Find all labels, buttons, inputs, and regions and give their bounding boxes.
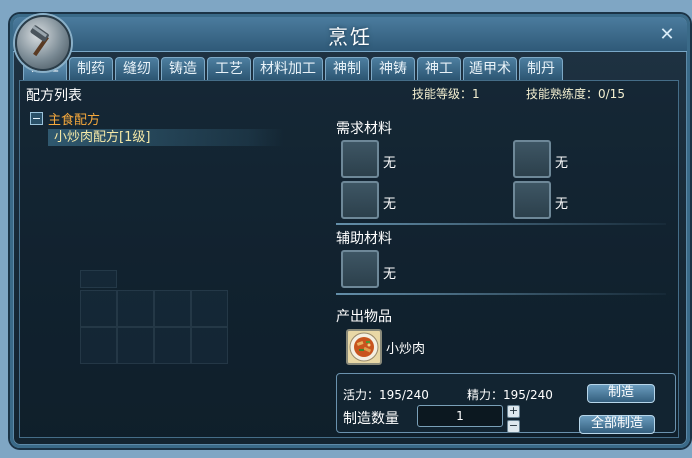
tab-craft[interactable]: 工艺 xyxy=(207,57,251,80)
tab-alchemy[interactable]: 制丹 xyxy=(519,57,563,80)
quantity-input[interactable]: 1 xyxy=(417,405,503,427)
required-slot-1[interactable] xyxy=(341,140,379,178)
quantity-label: 制造数量 xyxy=(343,411,399,427)
tab-divine-cast[interactable]: 神铸 xyxy=(371,57,415,80)
crafting-window: 烹饪 ✕ 烹饪 制药 缝纫 铸造 工艺 材料加工 神制 神铸 神工 遁甲术 制丹… xyxy=(10,14,690,448)
window-title: 烹饪 xyxy=(328,25,372,49)
auxiliary-slot-1-label: 无 xyxy=(383,267,397,282)
tab-material-processing[interactable]: 材料加工 xyxy=(253,57,323,80)
increment-button[interactable]: + xyxy=(507,405,520,418)
tab-divine-make[interactable]: 神制 xyxy=(325,57,369,80)
content-area: 配方列表 技能等级：1 技能熟练度：0/15 主食配方 小炒肉配方[1级] 需求… xyxy=(19,80,679,438)
vitality-value: 活力：195/240 xyxy=(343,388,429,402)
section-divider xyxy=(336,293,666,295)
tab-sewing[interactable]: 缝纫 xyxy=(115,57,159,80)
recipe-category-label: 主食配方 xyxy=(48,113,101,128)
skill-proficiency: 技能熟练度：0/15 xyxy=(526,87,625,101)
tab-casting[interactable]: 铸造 xyxy=(161,57,205,80)
output-item-name: 小炒肉 xyxy=(386,342,426,357)
required-slot-2-label: 无 xyxy=(555,156,569,171)
tab-pharmacy[interactable]: 制药 xyxy=(69,57,113,80)
recipe-list-title: 配方列表 xyxy=(26,88,82,104)
recipe-category[interactable]: 主食配方 xyxy=(30,109,100,128)
hammer-icon xyxy=(15,15,71,71)
required-slot-4-label: 无 xyxy=(555,197,569,212)
section-divider xyxy=(336,223,666,225)
tab-dunjia[interactable]: 遁甲术 xyxy=(463,57,517,80)
required-slot-1-label: 无 xyxy=(383,156,397,171)
craft-panel: 活力：195/240 精力：195/240 制造 制造数量 1 + − 全部制造 xyxy=(336,373,676,434)
output-title: 产出物品 xyxy=(336,309,392,325)
auxiliary-slot-1[interactable] xyxy=(341,250,379,288)
required-materials-title: 需求材料 xyxy=(336,121,392,137)
required-slot-3-label: 无 xyxy=(383,197,397,212)
required-slot-4[interactable] xyxy=(513,181,551,219)
recipe-item[interactable]: 小炒肉配方[1级] xyxy=(48,129,284,146)
required-slot-2[interactable] xyxy=(513,140,551,178)
energy-value: 精力：195/240 xyxy=(467,388,553,402)
required-slot-3[interactable] xyxy=(341,181,379,219)
collapse-icon[interactable] xyxy=(30,112,43,125)
close-icon[interactable]: ✕ xyxy=(657,25,677,45)
auxiliary-materials-title: 辅助材料 xyxy=(336,231,392,247)
recipe-list: 主食配方 小炒肉配方[1级] xyxy=(24,105,314,431)
make-button[interactable]: 制造 xyxy=(587,384,655,403)
skill-level: 技能等级：1 xyxy=(412,87,480,101)
stir-fry-pork-icon[interactable] xyxy=(346,329,382,365)
tab-divine-work[interactable]: 神工 xyxy=(417,57,461,80)
decrement-button[interactable]: − xyxy=(507,420,520,433)
title-bar[interactable]: 烹饪 ✕ xyxy=(13,17,687,52)
make-all-button[interactable]: 全部制造 xyxy=(579,415,655,434)
